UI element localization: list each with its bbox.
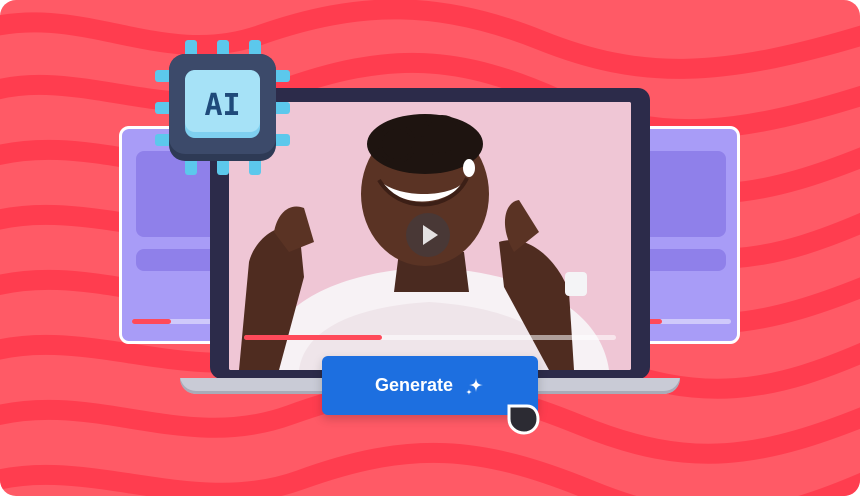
play-button[interactable] bbox=[406, 213, 450, 257]
generate-button-label: Generate bbox=[374, 375, 454, 395]
left-card-progress-fill bbox=[132, 319, 171, 324]
left-card-progress bbox=[132, 319, 218, 324]
video-progress-fill bbox=[244, 335, 382, 340]
video-progress-bar[interactable] bbox=[244, 335, 616, 340]
title-placeholder bbox=[641, 249, 726, 271]
right-card-progress bbox=[645, 319, 731, 324]
sparkle-icon bbox=[466, 377, 484, 395]
cursor-icon bbox=[507, 404, 540, 435]
thumbnail-placeholder bbox=[641, 151, 726, 237]
hero-illustration: AI Generate bbox=[0, 0, 860, 496]
ai-chip-label: AI bbox=[204, 88, 241, 123]
